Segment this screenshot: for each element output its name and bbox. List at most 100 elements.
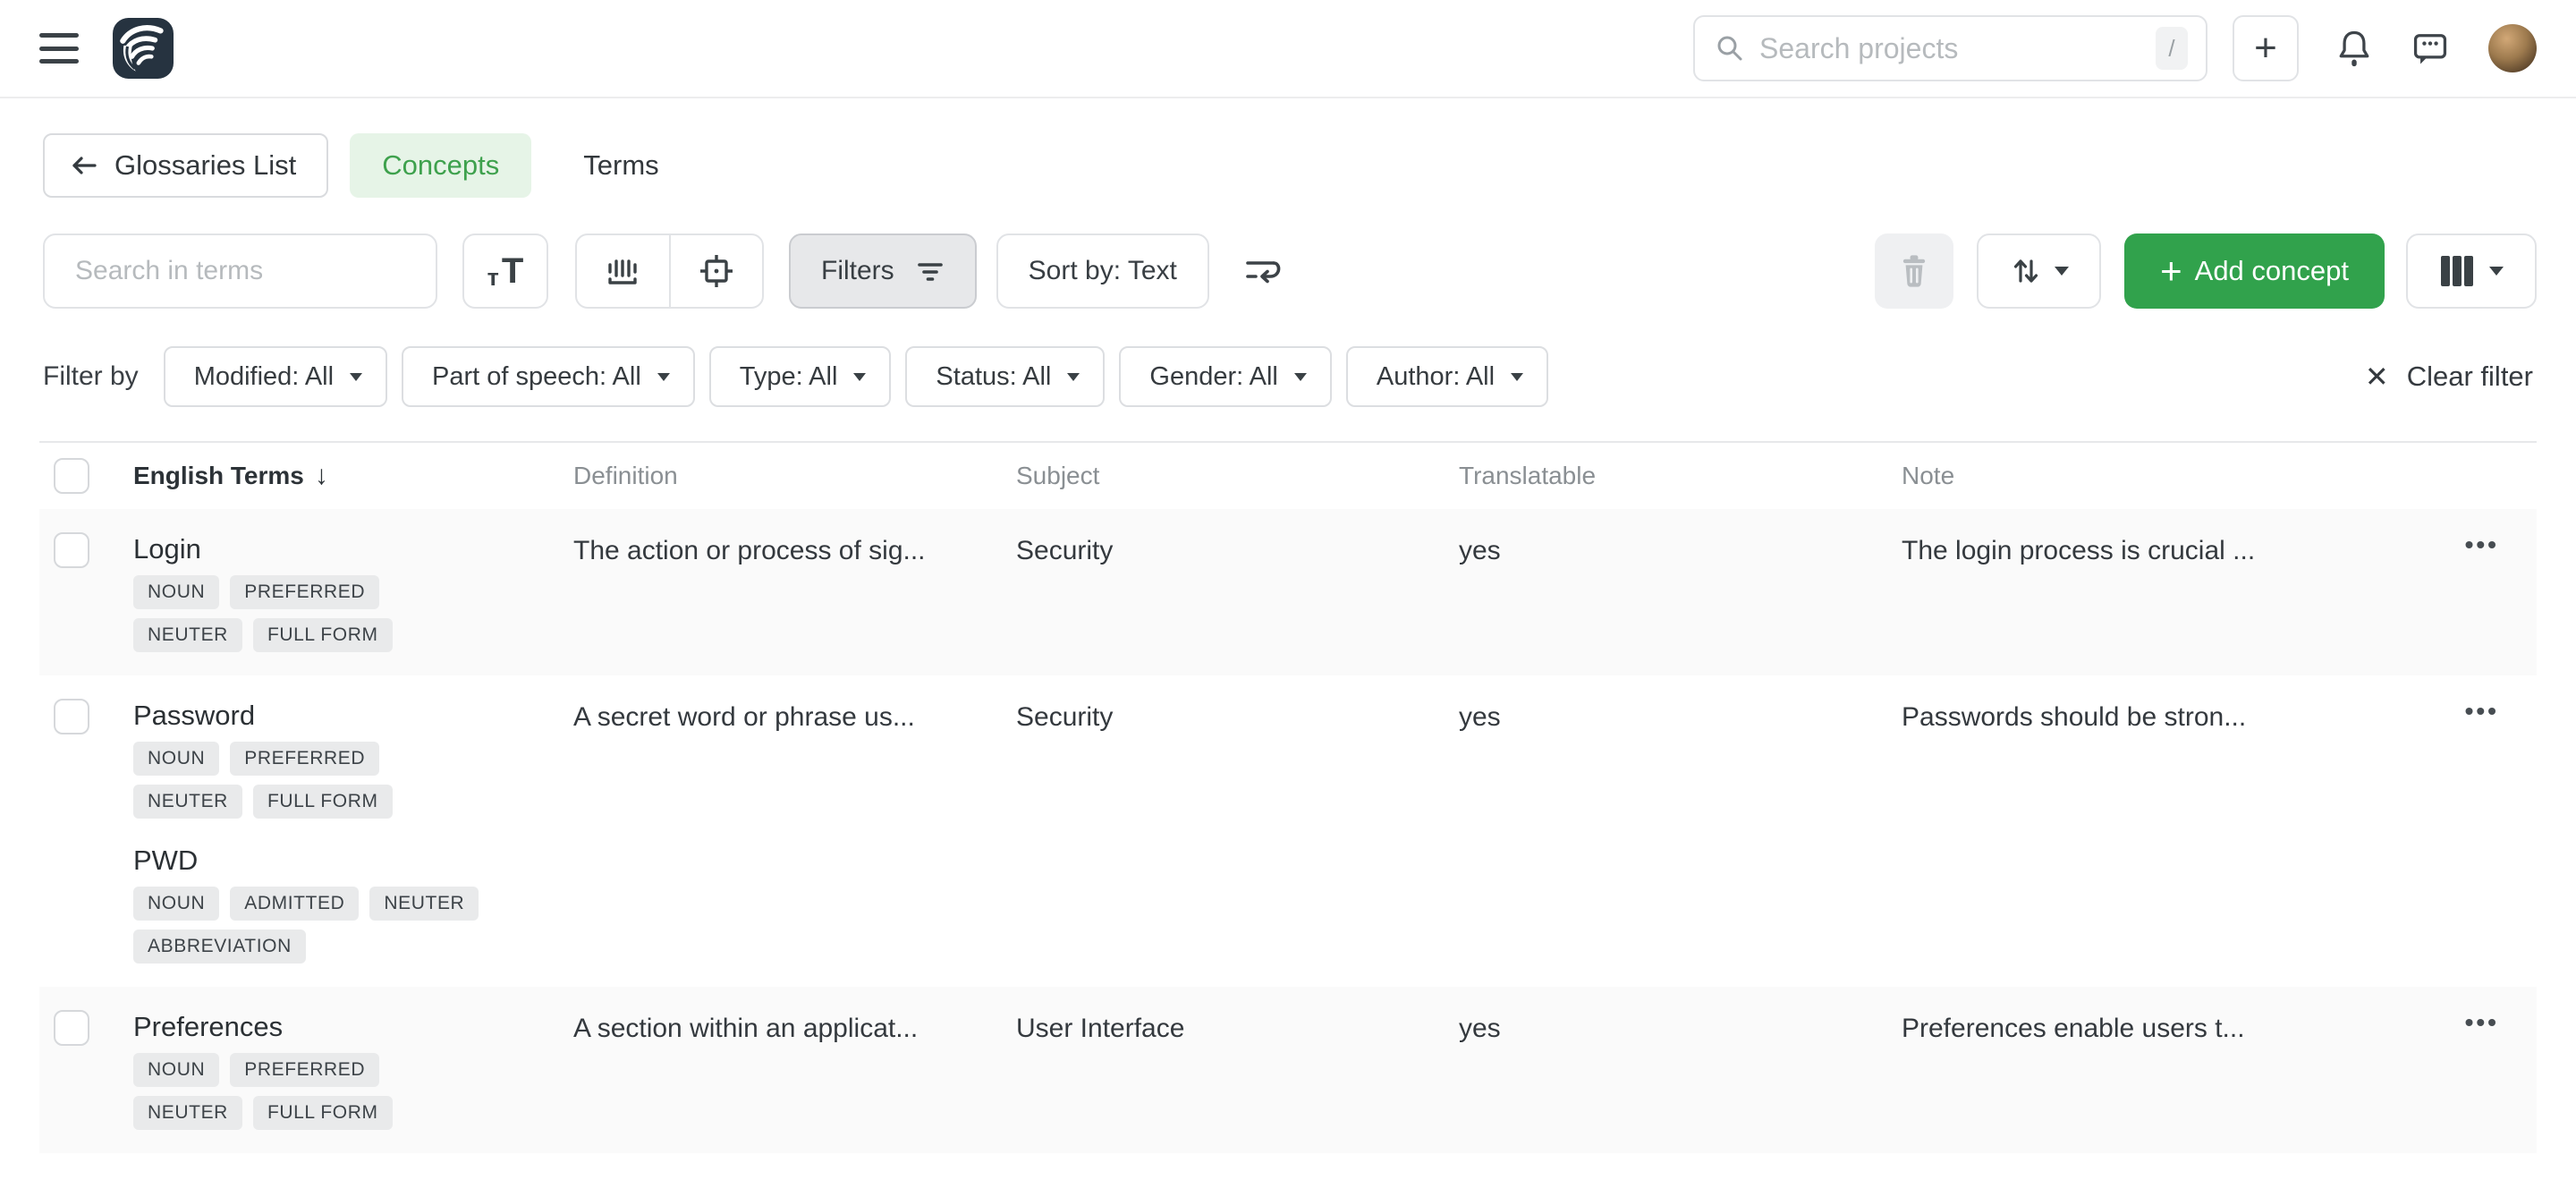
columns-icon xyxy=(2439,254,2475,288)
term-tag: NEUTER xyxy=(369,887,479,921)
whole-word-button[interactable] xyxy=(577,235,669,307)
term-block: Login NOUN PREFERRED NEUTER FULL FORM xyxy=(133,531,573,652)
chevron-down-icon xyxy=(853,373,866,381)
chat-feedback-icon[interactable] xyxy=(2410,28,2451,69)
row-menu-ellipsis-icon[interactable]: ••• xyxy=(2465,531,2499,559)
filter-chip-gender[interactable]: Gender: All xyxy=(1119,346,1331,407)
back-arrow-icon xyxy=(70,154,98,177)
cell-definition: A secret word or phrase us... xyxy=(573,675,1016,733)
term-tag: ADMITTED xyxy=(230,887,359,921)
concepts-toolbar: тT xyxy=(43,233,2537,309)
term-tag: FULL FORM xyxy=(253,1096,393,1130)
wrap-text-button[interactable] xyxy=(1234,233,1292,309)
close-icon: ✕ xyxy=(2365,360,2389,394)
chip-label: Gender: All xyxy=(1149,362,1277,392)
chip-label: Modified: All xyxy=(194,362,334,392)
term-tag: ABBREVIATION xyxy=(133,930,306,964)
search-in-terms-input[interactable] xyxy=(75,256,414,286)
cell-translatable: yes xyxy=(1459,987,1902,1044)
term-tag: NOUN xyxy=(133,1053,219,1087)
back-to-glossaries-button[interactable]: Glossaries List xyxy=(43,133,328,198)
exact-match-button[interactable] xyxy=(669,235,763,307)
sort-updown-icon xyxy=(2010,254,2042,288)
chevron-down-icon xyxy=(2489,267,2504,276)
term-block: PWD NOUN ADMITTED NEUTER ABBREVIATION xyxy=(133,842,573,964)
row-checkbox[interactable] xyxy=(54,699,89,734)
clear-filter-button[interactable]: ✕ Clear filter xyxy=(2365,360,2533,394)
row-checkbox[interactable] xyxy=(54,1010,89,1046)
match-case-icon: тT xyxy=(487,251,524,292)
term-tags: NOUN ADMITTED NEUTER ABBREVIATION xyxy=(133,887,491,964)
term-tag: PREFERRED xyxy=(230,1053,379,1087)
cell-note: Preferences enable users t... xyxy=(1902,987,2394,1044)
sort-by-button[interactable]: Sort by: Text xyxy=(996,233,1209,309)
search-projects-input[interactable] xyxy=(1759,32,2156,65)
filter-chip-author[interactable]: Author: All xyxy=(1346,346,1548,407)
filter-chip-status[interactable]: Status: All xyxy=(905,346,1105,407)
row-menu-ellipsis-icon[interactable]: ••• xyxy=(2465,1008,2499,1037)
term-block: Password NOUN PREFERRED NEUTER FULL FORM xyxy=(133,697,573,819)
exact-match-icon xyxy=(697,251,736,291)
row-menu-ellipsis-icon[interactable]: ••• xyxy=(2465,697,2499,726)
cell-note: Passwords should be stron... xyxy=(1902,675,2394,733)
chip-label: Part of speech: All xyxy=(432,362,641,392)
clear-filter-label: Clear filter xyxy=(2407,361,2533,393)
term-tag: NOUN xyxy=(133,887,219,921)
cell-translatable: yes xyxy=(1459,509,1902,566)
filters-button-label: Filters xyxy=(821,256,894,286)
delete-selected-button[interactable] xyxy=(1875,233,1953,309)
create-new-button[interactable]: + xyxy=(2233,15,2299,81)
filter-bar: Filter by Modified: All Part of speech: … xyxy=(43,346,2533,407)
term-tags: NOUN PREFERRED NEUTER FULL FORM xyxy=(133,742,491,819)
toolbar-right-group: + Add concept xyxy=(1875,233,2537,309)
table-row[interactable]: Password NOUN PREFERRED NEUTER FULL FORM… xyxy=(39,675,2537,987)
sort-by-label: Sort by: Text xyxy=(1029,256,1177,286)
term-tag: NEUTER xyxy=(133,1096,242,1130)
cell-translatable: yes xyxy=(1459,675,1902,733)
filter-chip-type[interactable]: Type: All xyxy=(709,346,892,407)
filter-chip-part-of-speech[interactable]: Part of speech: All xyxy=(402,346,695,407)
cell-subject: User Interface xyxy=(1016,987,1459,1044)
columns-settings-button[interactable] xyxy=(2406,233,2537,309)
tab-terms[interactable]: Terms xyxy=(551,133,691,198)
table-row[interactable]: Login NOUN PREFERRED NEUTER FULL FORM Th… xyxy=(39,509,2537,675)
term-tag: NOUN xyxy=(133,742,219,776)
chevron-down-icon xyxy=(1511,373,1523,381)
column-header-subject: Subject xyxy=(1016,462,1459,490)
shortcut-badge: / xyxy=(2156,27,2188,70)
plus-icon: + xyxy=(2160,250,2182,293)
filters-button[interactable]: Filters xyxy=(789,233,977,309)
match-case-button[interactable]: тT xyxy=(462,233,548,309)
notifications-bell-icon[interactable] xyxy=(2334,27,2374,70)
cell-definition: The action or process of sig... xyxy=(573,509,1016,566)
app-logo-icon[interactable] xyxy=(113,18,174,79)
row-checkbox[interactable] xyxy=(54,532,89,568)
select-all-checkbox[interactable] xyxy=(54,458,89,494)
import-export-button[interactable] xyxy=(1977,233,2101,309)
wrap-text-icon xyxy=(1241,253,1284,289)
hamburger-menu-icon[interactable] xyxy=(39,33,79,64)
term-tag: PREFERRED xyxy=(230,575,379,609)
tab-concepts[interactable]: Concepts xyxy=(350,133,531,198)
term-title: Preferences xyxy=(133,1008,573,1046)
glossary-nav: Glossaries List Concepts Terms xyxy=(43,133,2533,198)
chevron-down-icon xyxy=(1294,373,1307,381)
term-tags: NOUN PREFERRED NEUTER FULL FORM xyxy=(133,1053,491,1130)
chip-label: Author: All xyxy=(1377,362,1495,392)
search-mode-group xyxy=(575,233,764,309)
top-bar: / + xyxy=(0,0,2576,98)
add-concept-button[interactable]: + Add concept xyxy=(2124,233,2385,309)
term-tag: NEUTER xyxy=(133,618,242,652)
filter-chip-modified[interactable]: Modified: All xyxy=(164,346,387,407)
plus-icon: + xyxy=(2254,26,2277,71)
terms-search xyxy=(43,233,437,309)
filter-lines-icon xyxy=(912,255,948,287)
column-header-english-terms[interactable]: English Terms ↓ xyxy=(133,461,573,491)
table-row[interactable]: Preferences NOUN PREFERRED NEUTER FULL F… xyxy=(39,987,2537,1153)
term-title: PWD xyxy=(133,842,573,879)
term-title: Password xyxy=(133,697,573,734)
term-tag: PREFERRED xyxy=(230,742,379,776)
user-avatar[interactable] xyxy=(2488,24,2537,72)
chevron-down-icon xyxy=(2055,267,2069,276)
column-label: English Terms xyxy=(133,462,304,490)
